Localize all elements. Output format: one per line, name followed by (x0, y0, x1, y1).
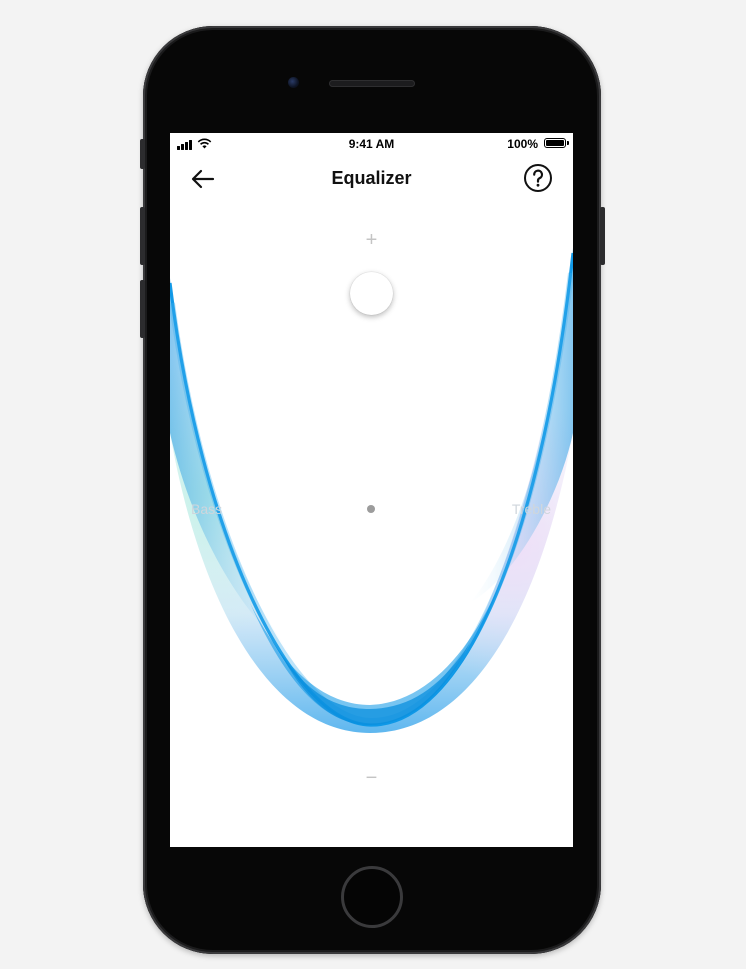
silent-switch (140, 139, 145, 169)
volume-down-button (140, 280, 145, 338)
front-camera (288, 77, 299, 88)
power-button (600, 207, 605, 265)
bass-label: Bass (191, 501, 223, 517)
cut-label: − (365, 767, 378, 789)
treble-label: Treble (511, 501, 551, 517)
center-point (367, 505, 375, 513)
equalizer-control-knob[interactable] (350, 272, 393, 315)
boost-label: + (365, 229, 378, 251)
home-button[interactable] (341, 866, 403, 928)
screen: 9:41 AM 100% Equalizer + Bass Treble − (170, 133, 573, 847)
earpiece-speaker (329, 80, 415, 87)
volume-up-button (140, 207, 145, 265)
equalizer-area[interactable]: + Bass Treble − (170, 133, 573, 847)
